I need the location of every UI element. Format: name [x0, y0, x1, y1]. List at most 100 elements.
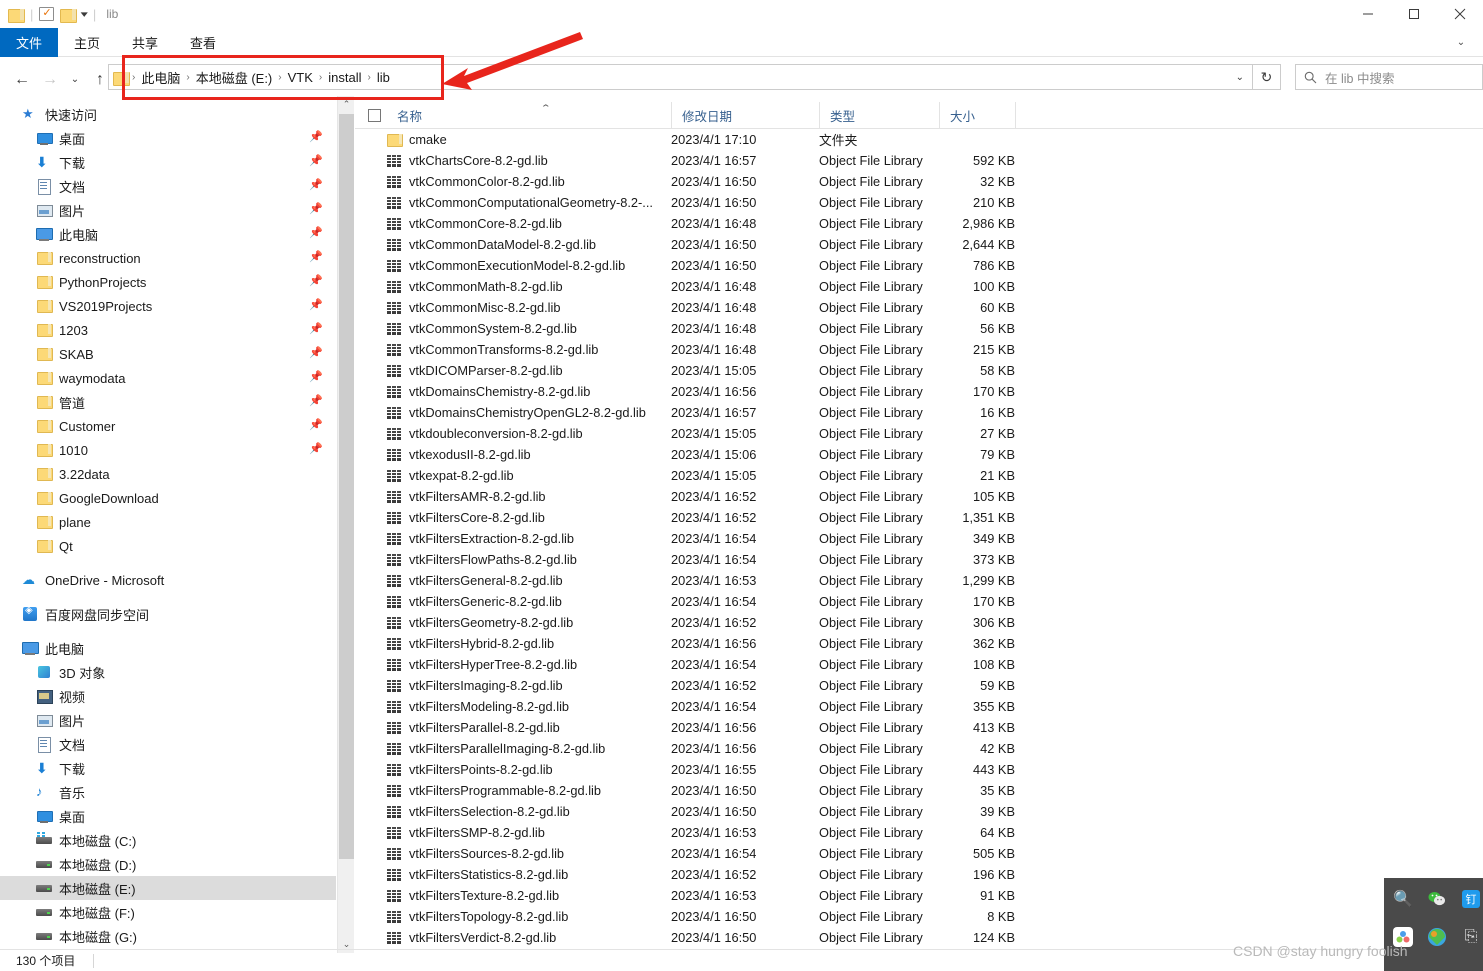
- sidebar-item-1203[interactable]: 1203 📌: [0, 318, 336, 342]
- scrollbar-thumb[interactable]: [339, 114, 354, 859]
- chevron-down-icon[interactable]: ⌄: [1449, 28, 1473, 57]
- table-row[interactable]: vtkCommonComputationalGeometry-8.2-... 20…: [355, 192, 1483, 213]
- sidebar-item-googledownload[interactable]: GoogleDownload: [0, 486, 336, 510]
- pin-icon[interactable]: 📌: [309, 179, 323, 192]
- table-row[interactable]: vtkFiltersParallelImaging-8.2-gd.lib 2023…: [355, 738, 1483, 759]
- pin-icon[interactable]: 📌: [309, 155, 323, 168]
- pin-icon[interactable]: 📌: [309, 131, 323, 144]
- back-arrow-icon[interactable]: ←: [8, 66, 36, 94]
- pin-icon[interactable]: 📌: [309, 275, 323, 288]
- refresh-icon[interactable]: ↻: [1253, 64, 1281, 90]
- sidebar-item-vs2019projects[interactable]: VS2019Projects 📌: [0, 294, 336, 318]
- table-row[interactable]: vtkCommonMisc-8.2-gd.lib 2023/4/1 16:48 Ob…: [355, 297, 1483, 318]
- table-row[interactable]: vtkCommonExecutionModel-8.2-gd.lib 2023/4…: [355, 255, 1483, 276]
- sidebar-item-drive-c[interactable]: 本地磁盘 (C:): [0, 828, 336, 852]
- tab-share[interactable]: 共享: [116, 28, 174, 57]
- table-row[interactable]: vtkdoubleconversion-8.2-gd.lib 2023/4/1 1…: [355, 423, 1483, 444]
- breadcrumb-item-this-pc[interactable]: 此电脑: [136, 68, 185, 87]
- column-header-name[interactable]: 名称 ⌃: [387, 102, 671, 129]
- column-header-type[interactable]: 类型: [819, 102, 939, 129]
- table-row[interactable]: vtkFiltersFlowPaths-8.2-gd.lib 2023/4/1 1…: [355, 549, 1483, 570]
- pin-icon[interactable]: 📌: [309, 299, 323, 312]
- recent-locations-caret-icon[interactable]: ⌄: [64, 66, 86, 94]
- table-row[interactable]: vtkCommonDataModel-8.2-gd.lib 2023/4/1 16…: [355, 234, 1483, 255]
- sidebar-item-downloads[interactable]: ⬇ 下载 📌: [0, 150, 336, 174]
- table-row[interactable]: vtkFiltersModeling-8.2-gd.lib 2023/4/1 16…: [355, 696, 1483, 717]
- search-input[interactable]: 在 lib 中搜索: [1295, 64, 1483, 90]
- sidebar-item-drive-f[interactable]: 本地磁盘 (F:): [0, 900, 336, 924]
- properties-icon[interactable]: [39, 6, 55, 21]
- maximize-button[interactable]: [1391, 0, 1437, 28]
- scroll-up-arrow-icon[interactable]: ⌃: [338, 96, 355, 113]
- sidebar-item-drive-d[interactable]: 本地磁盘 (D:): [0, 852, 336, 876]
- table-row[interactable]: vtkFiltersHyperTree-8.2-gd.lib 2023/4/1 1…: [355, 654, 1483, 675]
- minimize-button[interactable]: [1345, 0, 1391, 28]
- copy-icon[interactable]: ⎘: [1460, 926, 1482, 948]
- sidebar-item-qt[interactable]: Qt: [0, 534, 336, 558]
- sidebar-item-documents-pc[interactable]: 文档: [0, 732, 336, 756]
- sidebar-item-desktop-pc[interactable]: 桌面: [0, 804, 336, 828]
- table-row[interactable]: vtkDICOMParser-8.2-gd.lib 2023/4/1 15:05 O…: [355, 360, 1483, 381]
- table-row[interactable]: vtkexpat-8.2-gd.lib 2023/4/1 15:05 Object …: [355, 465, 1483, 486]
- pin-icon[interactable]: 📌: [309, 323, 323, 336]
- forward-arrow-icon[interactable]: →: [36, 66, 64, 94]
- sidebar-item-this-pc-qa[interactable]: 此电脑 📌: [0, 222, 336, 246]
- sidebar-item-guandao[interactable]: 管道 📌: [0, 390, 336, 414]
- tab-view[interactable]: 查看: [174, 28, 232, 57]
- table-row[interactable]: vtkFiltersCore-8.2-gd.lib 2023/4/1 16:52 O…: [355, 507, 1483, 528]
- table-row[interactable]: vtkCommonMath-8.2-gd.lib 2023/4/1 16:48 Ob…: [355, 276, 1483, 297]
- pin-icon[interactable]: 📌: [309, 419, 323, 432]
- breadcrumb-item-vtk[interactable]: VTK: [283, 70, 318, 85]
- table-row[interactable]: vtkexodusII-8.2-gd.lib 2023/4/1 15:06 Obje…: [355, 444, 1483, 465]
- table-row[interactable]: vtkFiltersGeneric-8.2-gd.lib 2023/4/1 16:…: [355, 591, 1483, 612]
- sidebar-item-322data[interactable]: 3.22data: [0, 462, 336, 486]
- breadcrumb[interactable]: › 此电脑 › 本地磁盘 (E:) › VTK › install › lib …: [108, 64, 1253, 90]
- table-row[interactable]: vtkCommonCore-8.2-gd.lib 2023/4/1 16:48 Ob…: [355, 213, 1483, 234]
- breadcrumb-item-lib[interactable]: lib: [372, 70, 395, 85]
- tab-file[interactable]: 文件: [0, 28, 59, 57]
- table-row[interactable]: cmake 2023/4/1 17:10 文件夹: [355, 129, 1483, 150]
- table-row[interactable]: vtkDomainsChemistry-8.2-gd.lib 2023/4/1 1…: [355, 381, 1483, 402]
- pin-icon[interactable]: 📌: [309, 347, 323, 360]
- table-row[interactable]: vtkFiltersAMR-8.2-gd.lib 2023/4/1 16:52 Ob…: [355, 486, 1483, 507]
- pin-icon[interactable]: 📌: [309, 227, 323, 240]
- sidebar-item-documents[interactable]: 文档 📌: [0, 174, 336, 198]
- sidebar-item-pictures[interactable]: 图片 📌: [0, 198, 336, 222]
- table-row[interactable]: vtkCommonTransforms-8.2-gd.lib 2023/4/1 1…: [355, 339, 1483, 360]
- table-row[interactable]: vtkCommonColor-8.2-gd.lib 2023/4/1 16:50 O…: [355, 171, 1483, 192]
- table-row[interactable]: vtkFiltersExtraction-8.2-gd.lib 2023/4/1 …: [355, 528, 1483, 549]
- table-row[interactable]: vtkFiltersSMP-8.2-gd.lib 2023/4/1 16:53 Ob…: [355, 822, 1483, 843]
- navigation-scrollbar[interactable]: ⌃ ⌄: [337, 96, 354, 953]
- sidebar-item-drive-e[interactable]: 本地磁盘 (E:): [0, 876, 336, 900]
- sidebar-item-3d-objects[interactable]: 3D 对象: [0, 660, 336, 684]
- sidebar-item-baidu-netdisk[interactable]: 百度网盘同步空间: [0, 602, 336, 626]
- sidebar-item-music[interactable]: ♪ 音乐: [0, 780, 336, 804]
- table-row[interactable]: vtkChartsCore-8.2-gd.lib 2023/4/1 16:57 Ob…: [355, 150, 1483, 171]
- table-row[interactable]: vtkFiltersGeometry-8.2-gd.lib 2023/4/1 16…: [355, 612, 1483, 633]
- sidebar-item-drive-g[interactable]: 本地磁盘 (G:): [0, 924, 336, 948]
- sidebar-item-pythonprojects[interactable]: PythonProjects 📌: [0, 270, 336, 294]
- search-icon[interactable]: 🔍: [1392, 888, 1414, 910]
- table-row[interactable]: vtkFiltersSelection-8.2-gd.lib 2023/4/1 1…: [355, 801, 1483, 822]
- wechat-icon[interactable]: [1426, 888, 1448, 910]
- table-row[interactable]: vtkFiltersHybrid-8.2-gd.lib 2023/4/1 16:5…: [355, 633, 1483, 654]
- table-row[interactable]: vtkFiltersProgrammable-8.2-gd.lib 2023/4/…: [355, 780, 1483, 801]
- folder-icon[interactable]: [8, 8, 25, 23]
- sidebar-item-plane[interactable]: plane: [0, 510, 336, 534]
- sidebar-item-downloads-pc[interactable]: ⬇ 下载: [0, 756, 336, 780]
- sidebar-item-skab[interactable]: SKAB 📌: [0, 342, 336, 366]
- chevron-down-icon[interactable]: ⌄: [1236, 72, 1244, 83]
- table-row[interactable]: vtkFiltersSources-8.2-gd.lib 2023/4/1 16:…: [355, 843, 1483, 864]
- table-row[interactable]: vtkFiltersTopology-8.2-gd.lib 2023/4/1 16…: [355, 906, 1483, 927]
- pin-icon[interactable]: 📌: [309, 203, 323, 216]
- sidebar-group-quick-access[interactable]: ★ 快速访问: [0, 102, 336, 126]
- sidebar-item-customer[interactable]: Customer 📌: [0, 414, 336, 438]
- app-icon-blue[interactable]: 钉: [1460, 888, 1482, 910]
- table-row[interactable]: vtkFiltersParallel-8.2-gd.lib 2023/4/1 16…: [355, 717, 1483, 738]
- tab-home[interactable]: 主页: [58, 28, 116, 57]
- pin-icon[interactable]: 📌: [309, 251, 323, 264]
- column-header-date-modified[interactable]: 修改日期: [671, 102, 819, 129]
- sidebar-item-videos[interactable]: 视频: [0, 684, 336, 708]
- table-row[interactable]: vtkCommonSystem-8.2-gd.lib 2023/4/1 16:48…: [355, 318, 1483, 339]
- table-row[interactable]: vtkFiltersGeneral-8.2-gd.lib 2023/4/1 16:…: [355, 570, 1483, 591]
